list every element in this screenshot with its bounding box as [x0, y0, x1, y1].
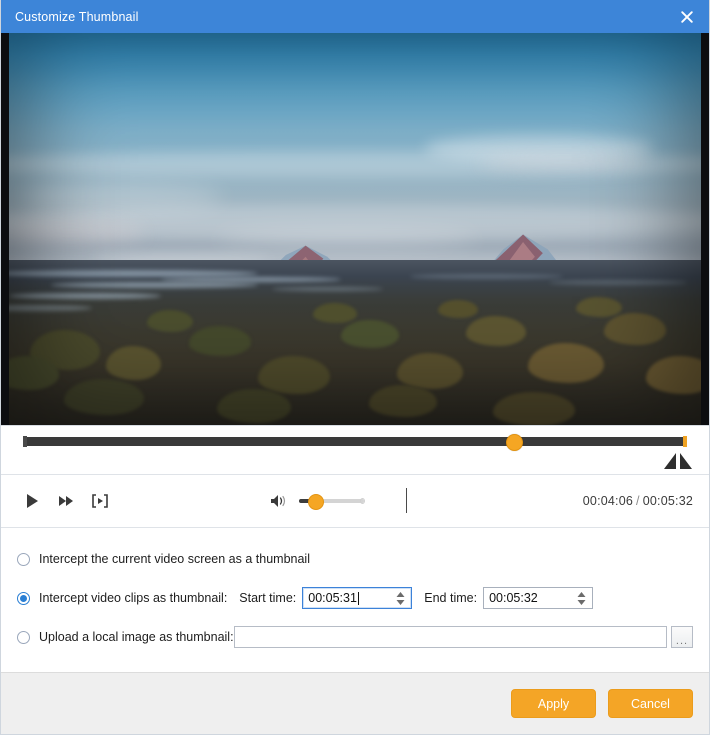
option-row-upload-image[interactable]: Upload a local image as thumbnail: ... — [17, 624, 693, 650]
timeline-slider[interactable] — [23, 434, 687, 451]
start-time-input[interactable]: 00:05:31 — [302, 587, 413, 609]
clip-trim-markers-icon[interactable] — [663, 452, 693, 470]
volume-handle[interactable] — [308, 494, 325, 510]
volume-endcap — [360, 498, 365, 504]
radio-video-clips[interactable] — [17, 591, 30, 605]
close-icon[interactable] — [665, 0, 709, 33]
radio-upload-image[interactable] — [17, 630, 30, 644]
cancel-button[interactable]: Cancel — [608, 689, 693, 718]
option-label-upload-image: Upload a local image as thumbnail: — [39, 630, 234, 644]
cloud — [22, 181, 223, 212]
timeline-start-marker — [23, 436, 27, 447]
foreground-terrain — [9, 260, 701, 425]
option-row-video-clips[interactable]: Intercept video clips as thumbnail: Star… — [17, 585, 693, 611]
current-time: 00:04:06 — [582, 494, 634, 508]
customize-thumbnail-dialog: Customize Thumbnail 00:04:06 / 00:05:32 … — [0, 0, 710, 735]
title-bar: Customize Thumbnail — [1, 0, 709, 33]
video-preview[interactable] — [1, 33, 709, 426]
timeline-handle[interactable] — [506, 434, 524, 451]
time-separator: / — [636, 494, 640, 508]
timeline-strip — [1, 426, 709, 475]
apply-button[interactable]: Apply — [511, 689, 596, 718]
time-display: 00:04:06/00:05:32 — [583, 494, 693, 508]
volume-group — [269, 491, 365, 511]
end-time-input[interactable]: 00:05:32 — [483, 587, 594, 609]
video-frame — [9, 33, 701, 425]
player-controls: 00:04:06/00:05:32 — [1, 475, 709, 528]
end-time-value: 00:05:32 — [489, 591, 538, 605]
timeline-end-marker[interactable] — [683, 436, 687, 447]
page-title: Customize Thumbnail — [15, 9, 139, 24]
fast-forward-icon[interactable] — [51, 486, 81, 516]
frame-capture-icon[interactable] — [85, 486, 115, 516]
radio-current-screen[interactable] — [17, 552, 30, 566]
volume-speaker-icon[interactable] — [269, 491, 289, 511]
browse-file-button[interactable]: ... — [671, 626, 693, 648]
start-time-label: Start time: — [239, 591, 297, 605]
dialog-footer: Apply Cancel — [1, 672, 709, 734]
start-time-value: 00:05:31 — [308, 591, 357, 605]
volume-slider[interactable] — [299, 494, 365, 510]
start-time-stepper[interactable] — [396, 590, 407, 606]
play-icon[interactable] — [17, 486, 47, 516]
option-label-current-screen: Intercept the current video screen as a … — [39, 552, 310, 566]
option-label-video-clips: Intercept video clips as thumbnail: — [39, 591, 228, 605]
thumbnail-options: Intercept the current video screen as a … — [1, 528, 709, 672]
text-caret — [357, 591, 359, 605]
cloud — [479, 154, 650, 171]
total-time: 00:05:32 — [642, 494, 693, 508]
option-row-current-screen[interactable]: Intercept the current video screen as a … — [17, 546, 693, 572]
end-time-stepper[interactable] — [577, 590, 588, 606]
end-time-label: End time: — [424, 591, 478, 605]
image-path-input[interactable] — [233, 626, 667, 648]
controls-divider — [406, 488, 407, 513]
